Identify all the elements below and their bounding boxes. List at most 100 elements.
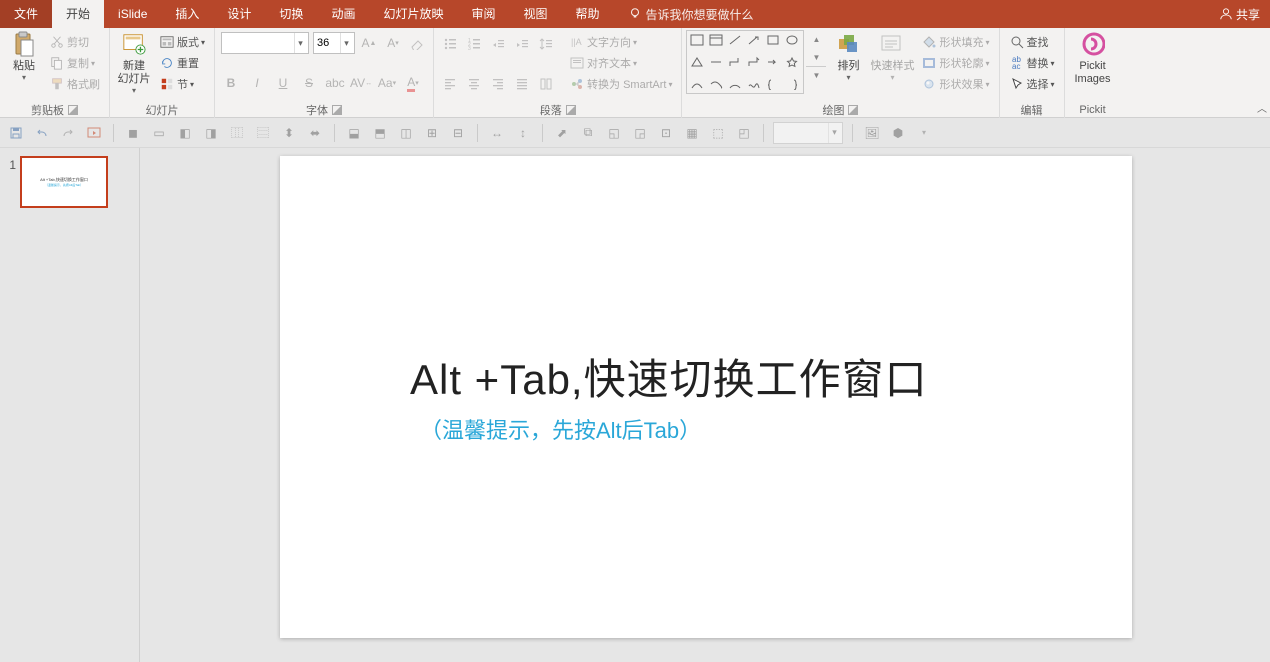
qat-icon-13[interactable]: ⊟ [448,123,468,143]
shape-oval-icon[interactable] [784,33,800,47]
bold-button[interactable]: B [221,73,241,93]
paste-button[interactable]: 粘贴 ▾ [6,30,42,98]
justify-button[interactable] [512,73,532,93]
shape-outline-button[interactable]: 形状轮廓▾ [918,53,992,73]
shape-effects-button[interactable]: 形状效果▾ [918,74,992,94]
qat-icon-9[interactable]: ⬓ [344,123,364,143]
shape-rect-icon[interactable] [689,33,705,47]
save-button[interactable] [6,123,26,143]
shape-rect2-icon[interactable] [708,33,724,47]
quick-styles-button[interactable]: 快速样式 ▾ [870,30,914,98]
format-painter-button[interactable]: 格式刷 [46,74,103,94]
clear-format-button[interactable] [407,33,427,53]
tab-file[interactable]: 文件 [0,0,52,28]
qat-icon-25[interactable]: ⬢ [888,123,908,143]
redo-button[interactable] [58,123,78,143]
qat-icon-19[interactable]: ◲ [630,123,650,143]
shape-line-icon[interactable] [727,33,743,47]
text-direction-button[interactable]: ||A文字方向▾ [566,32,675,52]
bullets-button[interactable] [440,33,460,53]
increase-indent-button[interactable] [512,33,532,53]
qat-icon-2[interactable]: ▭ [149,123,169,143]
qat-icon-24[interactable]: 🖼 [862,123,882,143]
slide-subtitle-text[interactable]: （温馨提示，先按Alt后Tab） [410,413,1010,445]
tab-review[interactable]: 审阅 [457,0,509,28]
font-color-button[interactable]: A▾ [403,73,423,93]
reset-button[interactable]: 重置 [156,53,208,73]
qat-icon-11[interactable]: ◫ [396,123,416,143]
shape-rect3-icon[interactable] [765,33,781,47]
strikethrough-button[interactable]: S [299,73,319,93]
slide-title-text[interactable]: Alt +Tab,快速切换工作窗口 [410,346,1010,407]
tab-transition[interactable]: 切换 [265,0,317,28]
font-family-input[interactable] [222,37,294,49]
tab-view[interactable]: 视图 [509,0,561,28]
dialog-launcher-icon[interactable] [566,105,576,115]
decrease-font-button[interactable]: A▾ [383,33,403,53]
qat-icon-22[interactable]: ⬚ [708,123,728,143]
qat-icon-8[interactable]: ⬌ [305,123,325,143]
undo-button[interactable] [32,123,52,143]
slide-canvas[interactable]: Alt +Tab,快速切换工作窗口 （温馨提示，先按Alt后Tab） [140,148,1270,662]
shape-arrow-icon[interactable] [746,33,762,47]
shape-brace2-icon[interactable] [784,77,800,91]
start-show-button[interactable] [84,123,104,143]
arrange-button[interactable]: 排列 ▾ [830,30,866,98]
shape-lineh-icon[interactable] [708,55,724,69]
shape-tri-icon[interactable] [689,55,705,69]
current-slide[interactable]: Alt +Tab,快速切换工作窗口 （温馨提示，先按Alt后Tab） [280,156,1132,638]
qat-icon-20[interactable]: ⊡ [656,123,676,143]
qat-icon-18[interactable]: ◱ [604,123,624,143]
gallery-up-icon[interactable]: ▲ [806,30,826,48]
shape-star-icon[interactable] [784,55,800,69]
layout-button[interactable]: 版式▾ [156,32,208,52]
slide-panel[interactable]: 1 Alt +Tab,快速切换工作窗口 （温馨提示，先按Alt后Tab） [0,148,140,662]
qat-icon-15[interactable]: ↕ [513,123,533,143]
qat-icon-14[interactable]: ↔ [487,123,507,143]
tab-islide[interactable]: iSlide [104,0,161,28]
collapse-ribbon-button[interactable]: ︿ [1257,100,1267,115]
tab-slideshow[interactable]: 幻灯片放映 [369,0,457,28]
shape-scribble-icon[interactable] [746,77,762,91]
section-button[interactable]: 节▾ [156,74,208,94]
qat-icon-4[interactable]: ◨ [201,123,221,143]
select-button[interactable]: 选择▾ [1006,74,1058,94]
shape-brace-icon[interactable] [765,77,781,91]
new-slide-button[interactable]: 新建 幻灯片 ▾ [116,30,152,98]
underline-button[interactable]: U [273,73,293,93]
cut-button[interactable]: 剪切 [46,32,103,52]
font-family-combo[interactable]: ▾ [221,32,309,54]
align-center-button[interactable] [464,73,484,93]
tab-design[interactable]: 设计 [213,0,265,28]
shape-curve2-icon[interactable] [708,77,724,91]
shapes-gallery[interactable] [686,30,804,94]
qat-icon-3[interactable]: ◧ [175,123,195,143]
shape-curve-icon[interactable] [689,77,705,91]
qat-combo[interactable]: ▾ [773,122,843,144]
font-size-input[interactable] [314,37,340,49]
slide-thumbnail-1[interactable]: Alt +Tab,快速切换工作窗口 （温馨提示，先按Alt后Tab） [20,156,108,208]
qat-icon-16[interactable]: ⬈ [552,123,572,143]
change-case-button[interactable]: Aa▾ [377,73,397,93]
find-button[interactable]: 查找 [1006,32,1058,52]
numbering-button[interactable]: 123 [464,33,484,53]
qat-icon-6[interactable]: ⿳ [253,123,273,143]
qat-icon-12[interactable]: ⊞ [422,123,442,143]
char-spacing-button[interactable]: AV↔ [351,73,371,93]
qat-icon-23[interactable]: ◰ [734,123,754,143]
shadow-button[interactable]: abc [325,73,345,93]
qat-icon-1[interactable]: ◼ [123,123,143,143]
customize-qat-button[interactable]: ▾ [914,123,934,143]
shape-elbow2-icon[interactable] [746,55,762,69]
qat-icon-5[interactable]: ⿲ [227,123,247,143]
tab-insert[interactable]: 插入 [161,0,213,28]
align-left-button[interactable] [440,73,460,93]
align-right-button[interactable] [488,73,508,93]
dialog-launcher-icon[interactable] [332,105,342,115]
tab-help[interactable]: 帮助 [562,0,614,28]
tell-me[interactable]: 告诉我你想要做什么 [628,6,754,23]
share-button[interactable]: 共享 [1219,6,1260,23]
tab-animation[interactable]: 动画 [317,0,369,28]
dialog-launcher-icon[interactable] [848,105,858,115]
copy-button[interactable]: 复制▾ [46,53,103,73]
